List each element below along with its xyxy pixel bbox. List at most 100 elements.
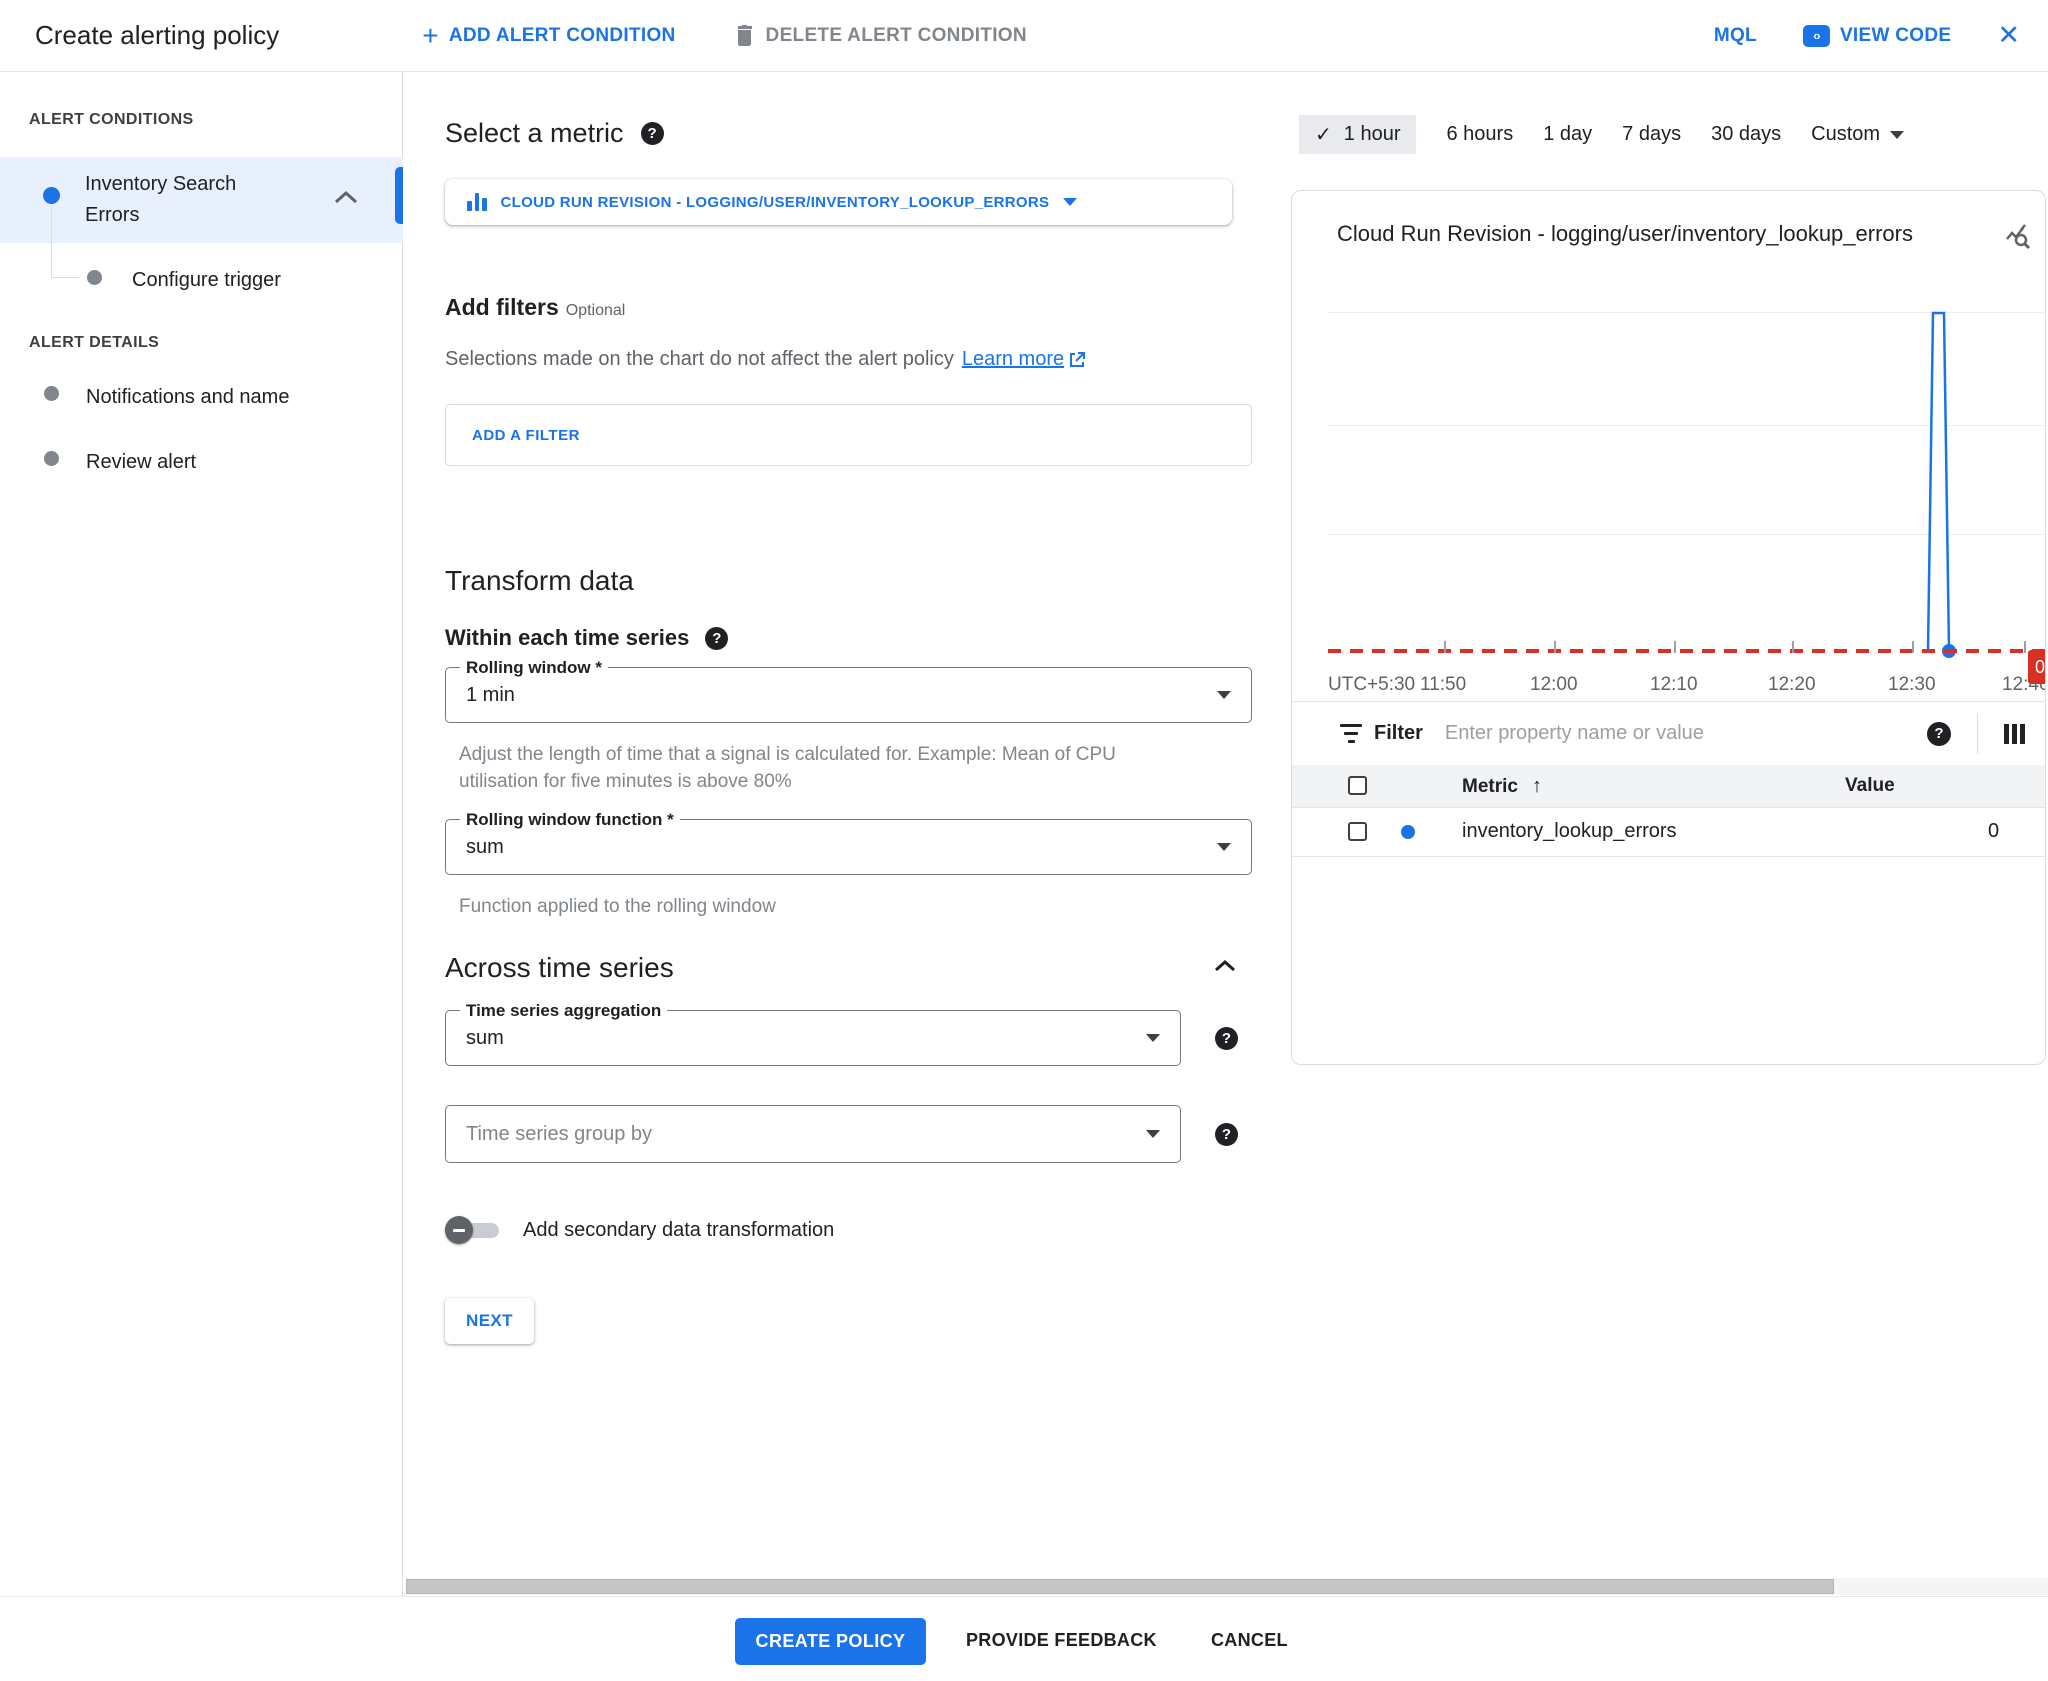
step-dot-notifications (44, 386, 59, 401)
value-column-header[interactable]: Value (1845, 775, 1895, 797)
toggle-off-minus-icon (453, 1229, 465, 1232)
rolling-window-function-caret-icon (1217, 843, 1231, 851)
add-filters-heading: Add filters (445, 294, 559, 321)
step-connector-v (51, 206, 52, 277)
rolling-window-helper: Adjust the length of time that a signal … (459, 741, 1116, 795)
filter-label: Filter (1374, 722, 1423, 745)
across-time-series-heading: Across time series (445, 952, 674, 984)
select-all-checkbox[interactable] (1348, 776, 1367, 795)
add-filter-label: ADD A FILTER (472, 427, 580, 444)
within-time-series-help-icon[interactable]: ? (705, 627, 728, 650)
aggregation-help-icon[interactable]: ? (1215, 1027, 1238, 1050)
timezone-label: UTC+5:30 (1328, 674, 1415, 696)
row-checkbox[interactable] (1348, 822, 1367, 841)
chevron-up-icon[interactable] (334, 190, 358, 209)
series-color-dot (1401, 825, 1415, 839)
learn-more-link[interactable]: Learn more (962, 348, 1086, 371)
sidebar-item-notifications[interactable]: Notifications and name (86, 382, 289, 413)
step-dot-review (44, 451, 59, 466)
content-area: ALERT CONDITIONS Inventory Search Errors… (0, 72, 2048, 1596)
sort-ascending-icon[interactable]: ↑ (1532, 775, 1542, 798)
page-header: Create alerting policy + ADD ALERT CONDI… (0, 0, 2048, 72)
select-metric-help-icon[interactable]: ? (641, 122, 664, 145)
mql-label: MQL (1714, 25, 1757, 47)
sidebar-item-inventory-search-errors[interactable]: Inventory Search Errors (0, 157, 403, 243)
time-range-selector: ✓ 1 hour 6 hours 1 day 7 days 30 days Cu… (1299, 115, 1904, 154)
add-filter-button[interactable]: ADD A FILTER (445, 404, 1252, 466)
footer-bar: CREATE POLICY PROVIDE FEEDBACK CANCEL (0, 1596, 2048, 1681)
condition-title: Inventory Search Errors (85, 169, 236, 231)
time-range-30-days[interactable]: 30 days (1711, 123, 1781, 146)
code-icon: ‹› (1803, 25, 1830, 47)
secondary-transformation-label: Add secondary data transformation (523, 1219, 834, 1242)
metric-chip-caret-icon (1063, 198, 1077, 206)
bar-chart-icon (467, 193, 487, 211)
steps-sidebar: ALERT CONDITIONS Inventory Search Errors… (0, 72, 403, 1596)
trash-icon (734, 24, 755, 48)
series-spike (1292, 191, 2046, 711)
external-link-icon (1068, 351, 1086, 369)
rolling-window-select[interactable]: Rolling window * 1 min (445, 667, 1252, 723)
column-settings-icon[interactable] (2004, 724, 2025, 744)
time-range-1-day[interactable]: 1 day (1543, 123, 1592, 146)
metric-preview-card: Cloud Run Revision - logging/user/invent… (1291, 190, 2046, 1065)
x-tick-label: 12:20 (1768, 674, 1816, 696)
selected-indicator-bar (395, 167, 403, 224)
rolling-window-label: Rolling window * (460, 658, 608, 678)
rolling-window-value: 1 min (466, 684, 515, 707)
view-code-button[interactable]: ‹› VIEW CODE (1803, 25, 1951, 47)
x-tick-label: 12:30 (1888, 674, 1936, 696)
threshold-line (1328, 649, 2045, 653)
metric-selector-chip[interactable]: CLOUD RUN REVISION - LOGGING/USER/INVENT… (445, 179, 1232, 225)
cancel-button[interactable]: CANCEL (1211, 1630, 1288, 1651)
aggregation-caret-icon (1146, 1034, 1160, 1042)
row-overflow-menu-icon[interactable]: ⋮ (2036, 817, 2046, 846)
filter-help-icon[interactable]: ? (1927, 722, 1951, 746)
provide-feedback-button[interactable]: PROVIDE FEEDBACK (966, 1630, 1157, 1651)
metric-column-header[interactable]: Metric (1462, 776, 1518, 798)
add-alert-condition-button[interactable]: + ADD ALERT CONDITION (422, 22, 675, 50)
collapse-section-icon[interactable] (1214, 959, 1236, 977)
step-connector-h (51, 277, 79, 278)
time-range-custom[interactable]: Custom (1811, 123, 1904, 146)
threshold-value-badge: 0 (2028, 650, 2046, 684)
step-dot-configure-trigger (87, 270, 102, 285)
create-policy-button[interactable]: CREATE POLICY (735, 1618, 926, 1665)
page-title: Create alerting policy (35, 20, 279, 51)
rolling-window-function-helper: Function applied to the rolling window (459, 893, 776, 920)
time-range-6-hours[interactable]: 6 hours (1446, 123, 1513, 146)
sidebar-item-review-alert[interactable]: Review alert (86, 447, 196, 478)
group-by-help-icon[interactable]: ? (1215, 1123, 1238, 1146)
group-by-select[interactable]: Time series group by (445, 1105, 1181, 1163)
mql-button[interactable]: MQL (1714, 25, 1757, 47)
next-button[interactable]: NEXT (445, 1298, 534, 1344)
secondary-transformation-toggle[interactable] (445, 1216, 501, 1244)
rolling-window-function-value: sum (466, 836, 504, 859)
step-dot-active (43, 187, 60, 204)
group-by-caret-icon (1146, 1130, 1160, 1138)
optional-label: Optional (566, 302, 626, 320)
aggregation-value: sum (466, 1027, 504, 1050)
filter-input[interactable] (1445, 722, 1825, 745)
sidebar-item-configure-trigger[interactable]: Configure trigger (132, 265, 281, 296)
rolling-window-function-select[interactable]: Rolling window function * sum (445, 819, 1252, 875)
delete-alert-condition-label: DELETE ALERT CONDITION (766, 25, 1027, 47)
filter-icon (1340, 724, 1362, 743)
delete-alert-condition-button[interactable]: DELETE ALERT CONDITION (734, 24, 1027, 48)
transform-data-heading: Transform data (445, 565, 634, 597)
aggregation-label: Time series aggregation (460, 1001, 667, 1021)
view-code-label: VIEW CODE (1840, 25, 1951, 47)
metric-table-row[interactable]: inventory_lookup_errors 0 ⋮ (1292, 808, 2045, 857)
main-area: Select a metric ? CLOUD RUN REVISION - L… (404, 72, 2048, 1596)
rolling-window-caret-icon (1217, 691, 1231, 699)
within-time-series-heading: Within each time series (445, 625, 689, 651)
time-range-1-hour[interactable]: ✓ 1 hour (1299, 115, 1416, 154)
time-range-7-days[interactable]: 7 days (1622, 123, 1681, 146)
scrollbar-thumb[interactable] (406, 1579, 1834, 1594)
add-alert-condition-label: ADD ALERT CONDITION (449, 25, 676, 47)
alert-details-section-label: ALERT DETAILS (29, 334, 159, 352)
close-icon[interactable]: ✕ (1997, 20, 2020, 51)
horizontal-scrollbar[interactable] (406, 1578, 2048, 1595)
aggregation-select[interactable]: Time series aggregation sum (445, 1010, 1181, 1066)
rolling-window-function-label: Rolling window function * (460, 810, 680, 830)
